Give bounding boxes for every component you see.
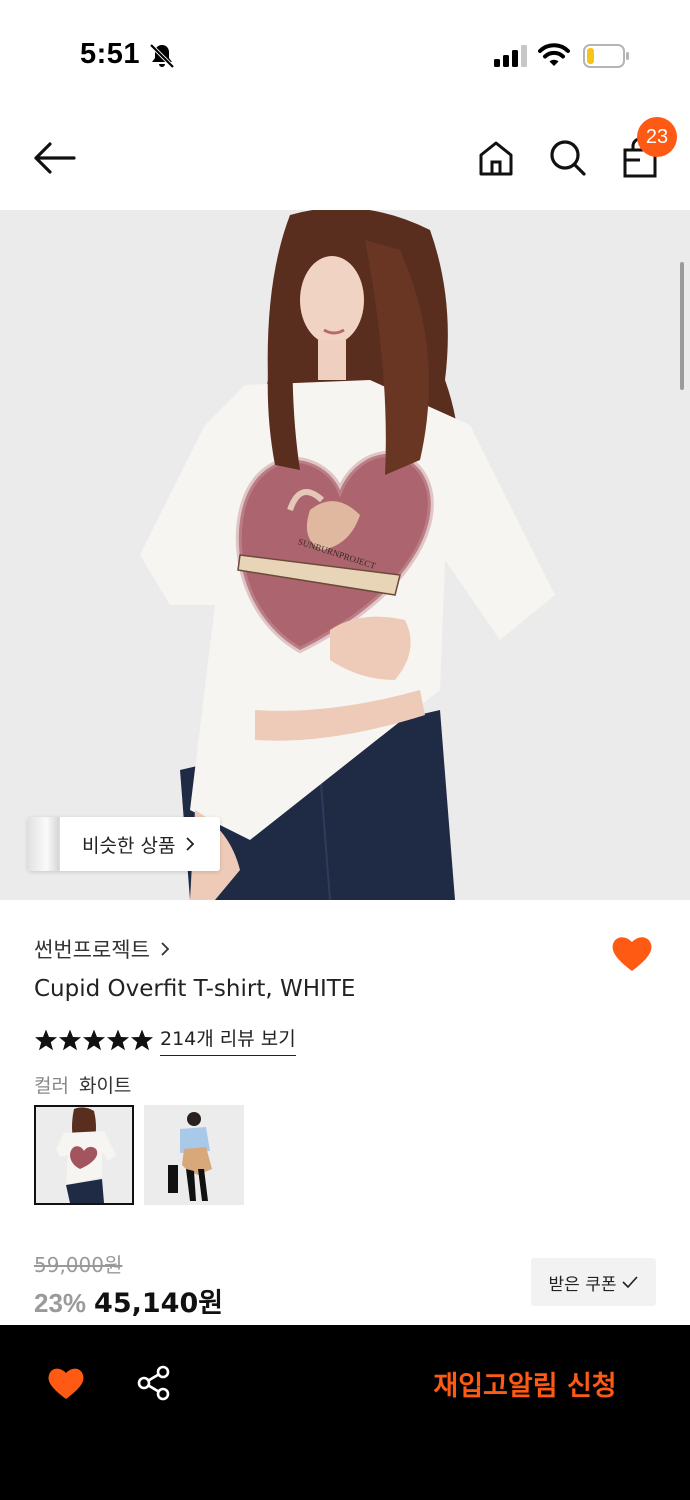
discount-rate: 23% — [34, 1288, 87, 1318]
color-value: 화이트 — [78, 1075, 132, 1097]
sale-price: 45,140원 — [94, 1288, 224, 1319]
similar-products-thumbnail — [28, 817, 60, 871]
star-icon — [35, 1029, 57, 1051]
swatch-thumbnail — [144, 1105, 244, 1205]
star-icon — [59, 1029, 81, 1051]
wifi-icon — [538, 43, 570, 66]
similar-products-button[interactable]: 비슷한 상품 — [28, 817, 220, 871]
coupon-label: 받은 쿠폰 — [548, 1274, 617, 1295]
color-swatch-alt[interactable] — [144, 1105, 244, 1205]
rating-row: 214개 리뷰 보기 — [34, 1024, 296, 1056]
brand-link[interactable]: 썬번프로젝트 — [34, 934, 170, 964]
original-price: 59,000원 — [34, 1253, 123, 1277]
share-icon[interactable] — [136, 1365, 172, 1401]
battery-low-icon — [583, 44, 629, 68]
rating-stars — [34, 1028, 154, 1052]
home-icon[interactable] — [476, 138, 516, 178]
status-bar: 5:51 — [0, 0, 690, 110]
received-coupon-button[interactable]: 받은 쿠폰 — [531, 1258, 656, 1306]
cellular-signal-icon — [494, 45, 527, 67]
top-navigation-bar — [0, 110, 690, 210]
reviews-link[interactable]: 214개 리뷰 보기 — [160, 1024, 296, 1056]
check-icon — [622, 1276, 639, 1288]
color-row: 컬러 화이트 — [34, 1071, 131, 1098]
restock-alert-button[interactable]: 재입고알림 신청 — [400, 1363, 650, 1403]
product-name: Cupid Overfit T-shirt, WHITE — [34, 976, 356, 1002]
chevron-right-icon — [186, 837, 195, 851]
product-image[interactable]: SUNBURNPROJECT — [0, 210, 690, 900]
star-icon — [107, 1029, 129, 1051]
chevron-right-icon — [161, 942, 170, 956]
heart-icon[interactable] — [46, 1365, 86, 1401]
color-swatch-white[interactable] — [34, 1105, 134, 1205]
color-label: 컬러 — [34, 1075, 69, 1097]
price-row: 23% 45,140원 — [34, 1281, 223, 1320]
bottom-action-bar: 재입고알림 신청 — [0, 1325, 690, 1500]
cart-count-badge: 23 — [637, 117, 677, 157]
star-icon — [83, 1029, 105, 1051]
swatch-thumbnail — [36, 1107, 132, 1203]
heart-icon[interactable] — [610, 933, 654, 973]
status-time: 5:51 — [80, 38, 141, 70]
model-photo: SUNBURNPROJECT — [0, 210, 690, 900]
similar-products-label: 비슷한 상품 — [82, 834, 176, 857]
star-icon — [131, 1029, 153, 1051]
bell-off-icon — [149, 43, 175, 69]
back-arrow-icon[interactable] — [30, 138, 80, 178]
brand-name: 썬번프로젝트 — [34, 938, 150, 962]
scrollbar-thumb[interactable] — [680, 262, 684, 390]
search-icon[interactable] — [546, 136, 588, 178]
